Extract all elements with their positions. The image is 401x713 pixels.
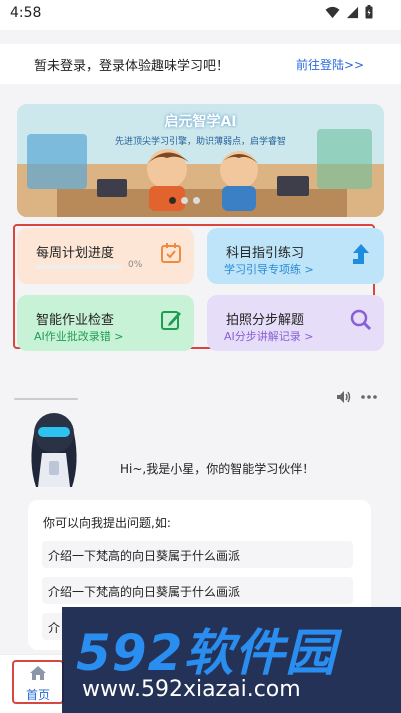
banner-dot-3[interactable] bbox=[193, 197, 200, 204]
watermark-url: www.592xiazai.com bbox=[82, 677, 301, 702]
calendar-check-icon bbox=[160, 242, 182, 268]
homework-check-card[interactable]: 智能作业检查 AI作业批改录错 > bbox=[17, 295, 194, 351]
status-bar: 4:58 bbox=[0, 0, 401, 30]
banner-dot-2[interactable] bbox=[181, 197, 188, 204]
status-time: 4:58 bbox=[10, 5, 42, 21]
search-icon bbox=[350, 309, 372, 335]
card-title: 科目指引练习 bbox=[226, 246, 305, 261]
photo-solve-card[interactable]: 拍照分步解题 AI分步讲解记录 > bbox=[207, 295, 384, 351]
speaker-icon[interactable] bbox=[336, 390, 352, 404]
signal-icon bbox=[346, 6, 359, 18]
login-prompt: 暂未登录，登录体验趣味学习吧！ bbox=[34, 59, 230, 74]
watermark-logo-text: 592软件园 bbox=[76, 624, 337, 682]
card-subtitle: AI分步讲解记录 > bbox=[224, 330, 314, 343]
weekly-progress-bar bbox=[36, 265, 122, 269]
more-icon[interactable] bbox=[360, 394, 378, 400]
card-subtitle: 学习引导专项练 > bbox=[224, 263, 314, 276]
suggested-question[interactable]: 介绍一下梵高的向日葵属于什么画派 bbox=[42, 577, 353, 604]
login-bar: 暂未登录，登录体验趣味学习吧！ 前往登陆>> bbox=[0, 44, 401, 84]
site-watermark: 592软件园 www.592xiazai.com bbox=[62, 607, 401, 713]
progress-label: 0% bbox=[128, 260, 143, 270]
battery-icon bbox=[365, 5, 373, 19]
banner-title: 启元智学AI bbox=[164, 114, 237, 130]
edit-icon bbox=[160, 309, 182, 335]
banner-pagination bbox=[169, 197, 200, 204]
banner-dot-1[interactable] bbox=[169, 197, 176, 204]
go-login-link[interactable]: 前往登陆>> bbox=[296, 56, 364, 73]
card-title: 每周计划进度 bbox=[36, 246, 115, 261]
chat-header-icons bbox=[336, 390, 378, 404]
header-divider bbox=[14, 398, 78, 400]
tab-home-label: 首页 bbox=[25, 688, 50, 702]
card-subtitle: AI作业批改录错 > bbox=[34, 330, 124, 343]
banner-subtitle: 先进顶尖学习引擎，助识薄弱点，启学睿智 bbox=[114, 137, 286, 147]
suggestions-title: 你可以向我提出问题,如: bbox=[43, 516, 171, 530]
home-icon bbox=[30, 666, 46, 680]
subject-practice-card[interactable]: 科目指引练习 学习引导专项练 > bbox=[207, 228, 384, 284]
assistant-greeting: Hi~,我是小星，你的智能学习伙伴！ bbox=[120, 462, 315, 476]
assistant-avatar bbox=[16, 403, 92, 489]
card-title: 智能作业检查 bbox=[36, 313, 115, 328]
banner-carousel[interactable]: 启元智学AI 先进顶尖学习引擎，助识薄弱点，启学睿智 bbox=[17, 104, 384, 217]
suggested-question[interactable]: 介绍一下梵高的向日葵属于什么画派 bbox=[42, 541, 353, 568]
wifi-icon bbox=[325, 6, 340, 18]
tab-home[interactable]: 首页 bbox=[12, 660, 64, 704]
status-icons bbox=[325, 5, 373, 19]
card-title: 拍照分步解题 bbox=[226, 313, 305, 328]
arrow-up-icon bbox=[350, 242, 372, 270]
weekly-plan-card[interactable]: 每周计划进度 0% bbox=[17, 228, 194, 284]
